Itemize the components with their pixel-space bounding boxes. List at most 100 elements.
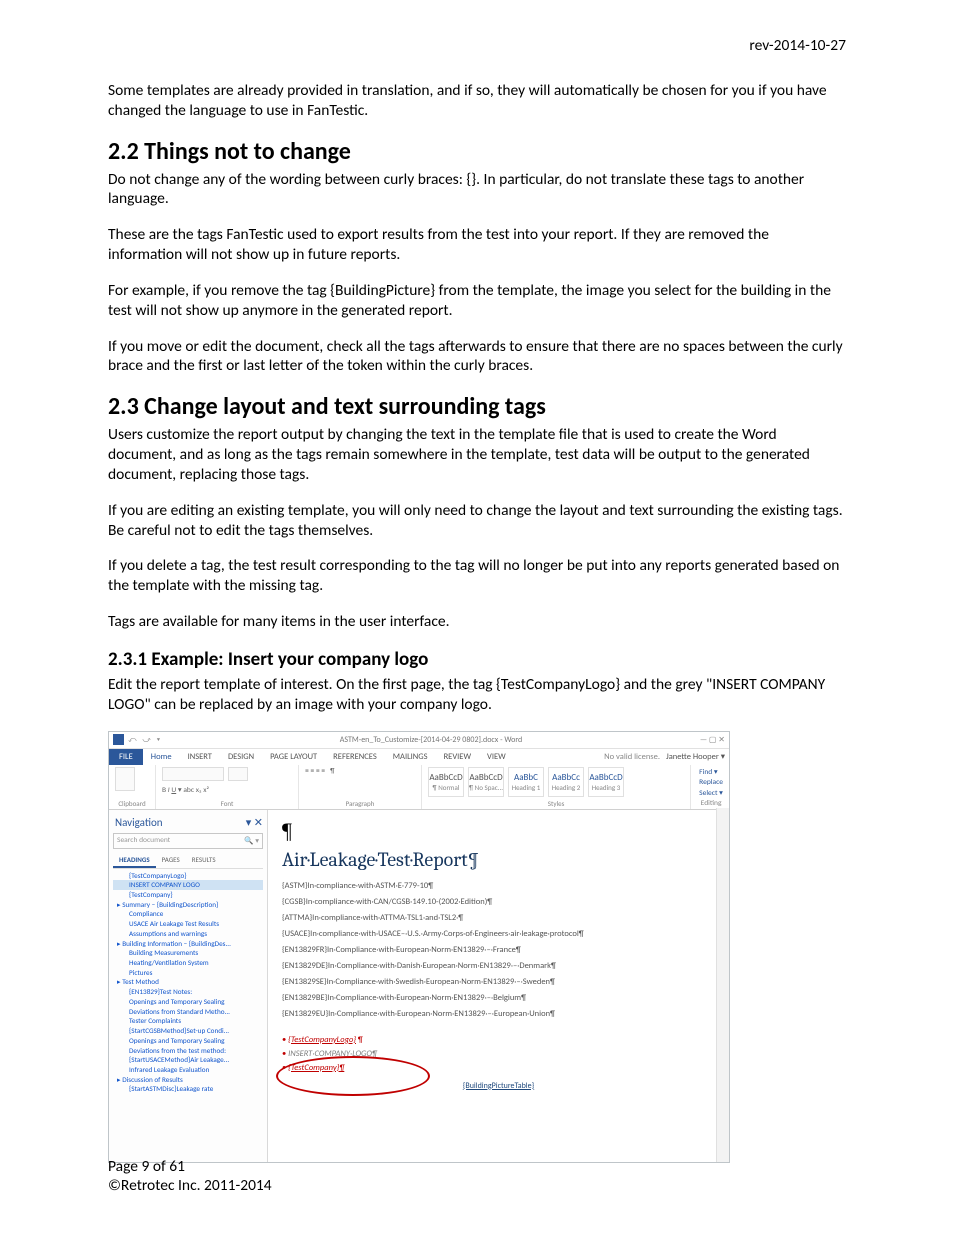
nav-tree-item[interactable]: Infrared Leakage Evaluation (113, 1065, 263, 1075)
heading-2-2: 2.2 Things not to change (108, 137, 846, 166)
group-clipboard: Clipboard (115, 799, 149, 808)
compliance-line: {EN13829FR}In·Compliance·with·European·N… (282, 945, 715, 955)
nav-tree-item[interactable]: ▸ Building Information – {BuildingDes... (113, 939, 263, 949)
quick-access-toolbar[interactable]: ⤺ ⤻ ▾ (128, 735, 162, 745)
s22-p2: These are the tags FanTestic used to exp… (108, 225, 846, 265)
word-screenshot: ⤺ ⤻ ▾ ASTM-en_To_Customize-[2014-04-29 0… (108, 731, 730, 1163)
tab-home[interactable]: Home (143, 752, 180, 762)
user-name[interactable]: Janette Hooper ▾ (666, 752, 729, 762)
compliance-line: {CGSB}In·compliance·with·CAN/CGSB·149.10… (282, 897, 715, 907)
group-editing: Editing (699, 799, 723, 808)
font-family-dropdown[interactable] (162, 767, 224, 781)
copyright: ©Retrotec Inc. 2011-2014 (108, 1176, 272, 1195)
nav-tree-item[interactable]: Pictures (113, 968, 263, 978)
font-size-dropdown[interactable] (228, 767, 248, 781)
doc-filename: ASTM-en_To_Customize-[2014-04-29 0802].d… (162, 735, 700, 745)
nav-tree-item[interactable]: INSERT COMPANY LOGO (113, 880, 263, 890)
word-titlebar: ⤺ ⤻ ▾ ASTM-en_To_Customize-[2014-04-29 0… (109, 732, 729, 749)
nav-tree-item[interactable]: Openings and Temporary Sealing (113, 1036, 263, 1046)
style-heading3[interactable]: AaBbCcDHeading 3 (588, 767, 624, 797)
group-paragraph: Paragraph (305, 799, 415, 808)
intro-paragraph: Some templates are already provided in t… (108, 81, 846, 121)
nav-search-input[interactable]: Search document🔍 ▾ (113, 833, 263, 849)
nav-tree-item[interactable]: {StartASTMDisc}Leakage rate (113, 1084, 263, 1094)
nav-tree-item[interactable]: Deviations from Standard Metho... (113, 1007, 263, 1017)
doc-title: Air·Leakage·Test·Report¶ (282, 848, 715, 871)
nav-tree-item[interactable]: {StartCGSBMethod}Set-up Condi... (113, 1026, 263, 1036)
heading-2-3: 2.3 Change layout and text surrounding t… (108, 392, 846, 421)
ribbon-tabs: FILE Home INSERT DESIGN PAGE LAYOUT REFE… (109, 749, 729, 765)
page-number: Page 9 of 61 (108, 1157, 272, 1176)
nav-tree-item[interactable]: ▸ Discussion of Results (113, 1075, 263, 1085)
style-heading2[interactable]: AaBbCcHeading 2 (548, 767, 584, 797)
document-canvas[interactable]: ¶ Air·Leakage·Test·Report¶ {ASTM}In·comp… (268, 810, 729, 1163)
s22-p4: If you move or edit the document, check … (108, 337, 846, 377)
nav-tree-item[interactable]: {EN13829}Test Notes: (113, 987, 263, 997)
nav-tree-item[interactable]: Openings and Temporary Sealing (113, 997, 263, 1007)
nav-title: Navigation (115, 816, 163, 829)
red-ellipse-annotation (276, 1056, 430, 1096)
group-styles: Styles (428, 799, 684, 808)
license-notice: No valid license. (604, 752, 666, 762)
nav-tree-item[interactable]: Building Measurements (113, 948, 263, 958)
compliance-line: {EN13829SE}In·Compliance·with·Swedish·Eu… (282, 977, 715, 987)
ribbon: Clipboard B I U ▾ abc x₂ x² Font ≡ ≡ ≡ ≡… (109, 765, 729, 810)
paragraph-mark: ¶ (282, 818, 715, 844)
compliance-line: {EN13829BE}In·Compliance·with·European·N… (282, 993, 715, 1003)
s23-p4: Tags are available for many items in the… (108, 612, 846, 632)
paste-button[interactable] (115, 767, 135, 791)
tab-view[interactable]: VIEW (479, 752, 514, 762)
s23-p2: If you are editing an existing template,… (108, 501, 846, 541)
s23-p3: If you delete a tag, the test result cor… (108, 556, 846, 596)
s22-p1: Do not change any of the wording between… (108, 170, 846, 210)
tab-design[interactable]: DESIGN (220, 752, 262, 762)
heading-2-3-1: 2.3.1 Example: Insert your company logo (108, 648, 846, 671)
tab-references[interactable]: REFERENCES (325, 752, 385, 762)
paragraph-buttons[interactable]: ≡ ≡ ≡ ≡ ¶ (305, 767, 415, 776)
s231-p1: Edit the report template of interest. On… (108, 675, 846, 715)
nav-tree-item[interactable]: Compliance (113, 909, 263, 919)
tab-page-layout[interactable]: PAGE LAYOUT (262, 752, 325, 762)
nav-tree-item[interactable]: {TestCompanyLogo} (113, 871, 263, 881)
tab-review[interactable]: REVIEW (436, 752, 479, 762)
compliance-line: {ATTMA}In·compliance·with·ATTMA·TSL1·and… (282, 913, 715, 923)
compliance-line: {ASTM}In·compliance·with·ASTM·E·779-10¶ (282, 881, 715, 891)
group-font: Font (162, 799, 292, 808)
nav-close-icon[interactable]: ▾ ✕ (246, 816, 263, 829)
select-button[interactable]: Select ▾ (699, 788, 723, 798)
window-controls[interactable]: — ▢ ✕ (700, 735, 725, 745)
nav-tree-item[interactable]: ▸ Test Method (113, 977, 263, 987)
nav-tree-item[interactable]: ▸ Summary – {BuildingDescription} (113, 900, 263, 910)
nav-tree[interactable]: {TestCompanyLogo}INSERT COMPANY LOGO{Tes… (113, 871, 263, 1095)
nav-tree-item[interactable]: Assumptions and warnings (113, 929, 263, 939)
compliance-line: {EN13829DE}In·Compliance·with·Danish·Eur… (282, 961, 715, 971)
tag-testcompanylogo: {TestCompanyLogo} (288, 1035, 356, 1045)
nav-tree-item[interactable]: USACE Air Leakage Test Results (113, 919, 263, 929)
nav-tree-item[interactable]: {StartUSACEMethod}Air Leakage... (113, 1055, 263, 1065)
compliance-line: {USACE}In·compliance·with·USACE–·U.S.·Ar… (282, 929, 715, 939)
nav-tab-results[interactable]: RESULTS (186, 853, 222, 868)
vertical-scrollbar[interactable] (716, 808, 729, 1162)
style-heading1[interactable]: AaBbCHeading 1 (508, 767, 544, 797)
s23-p1: Users customize the report output by cha… (108, 425, 846, 484)
tab-insert[interactable]: INSERT (180, 752, 220, 762)
revision-date: rev-2014-10-27 (108, 36, 846, 55)
nav-tree-item[interactable]: Heating/Ventilation System (113, 958, 263, 968)
find-button[interactable]: Find ▾ (699, 767, 723, 777)
nav-tree-item[interactable]: Deviations from the test method: (113, 1046, 263, 1056)
replace-button[interactable]: Replace (699, 778, 723, 787)
nav-tab-headings[interactable]: HEADINGS (113, 853, 156, 868)
word-app-icon (113, 734, 124, 745)
nav-tree-item[interactable]: {TestCompany} (113, 890, 263, 900)
tab-file[interactable]: FILE (109, 749, 143, 765)
font-buttons[interactable]: B I U ▾ abc x₂ x² (162, 785, 209, 795)
nav-tree-item[interactable]: Tester Complaints (113, 1016, 263, 1026)
nav-tab-pages[interactable]: PAGES (156, 853, 186, 868)
style-no-spacing[interactable]: AaBbCcD¶ No Spac... (468, 767, 504, 797)
compliance-line: {EN13829EU}In·Compliance·with·European·N… (282, 1009, 715, 1019)
page-footer: Page 9 of 61 ©Retrotec Inc. 2011-2014 (108, 1157, 272, 1195)
navigation-pane: Navigation ▾ ✕ Search document🔍 ▾ HEADING… (109, 810, 268, 1163)
style-normal[interactable]: AaBbCcD¶ Normal (428, 767, 464, 797)
tab-mailings[interactable]: MAILINGS (385, 752, 436, 762)
search-icon[interactable]: 🔍 ▾ (244, 836, 259, 846)
